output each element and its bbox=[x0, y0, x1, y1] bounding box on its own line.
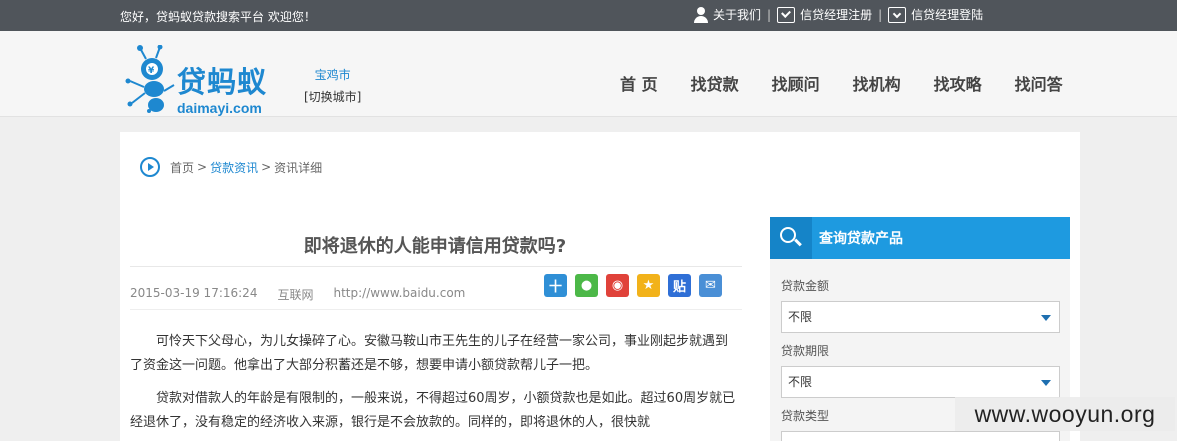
article-meta: 2015-03-19 17:16:24 互联网 http://www.baidu… bbox=[130, 286, 465, 303]
download-box-icon bbox=[888, 6, 907, 23]
city-selector: 宝鸡市 [切换城市] bbox=[304, 66, 361, 105]
breadcrumb-separator: > bbox=[261, 160, 272, 174]
nav-find-qa[interactable]: 找问答 bbox=[1015, 71, 1063, 95]
manager-login-link[interactable]: 信贷经理登陆 bbox=[888, 6, 983, 23]
nav-find-guides[interactable]: 找攻略 bbox=[934, 71, 982, 95]
loan-type-select[interactable] bbox=[781, 431, 1060, 441]
loan-term-label: 贷款期限 bbox=[781, 344, 830, 358]
about-us-link[interactable]: 关于我们 bbox=[694, 6, 761, 23]
loan-amount-value: 不限 bbox=[788, 310, 813, 324]
separator: | bbox=[767, 7, 772, 22]
nav-find-institutions[interactable]: 找机构 bbox=[853, 71, 901, 95]
loan-amount-select[interactable]: 不限 bbox=[781, 301, 1060, 333]
tieba-icon[interactable]: 贴 bbox=[668, 274, 691, 297]
manager-login-label: 信贷经理登陆 bbox=[911, 8, 984, 22]
breadcrumb: 首页 > 贷款资讯 > 资讯详细 bbox=[140, 157, 322, 177]
logo-chinese-text: 贷蚂蚁 bbox=[177, 65, 268, 99]
top-bar: 您好，贷蚂蚁贷款搜索平台 欢迎您！ 关于我们 | 信贷经理注册 | 信贷经理登陆 bbox=[0, 0, 1177, 31]
separator: | bbox=[878, 7, 883, 22]
current-city: 宝鸡市 bbox=[314, 68, 351, 82]
main-content: 首页 > 贷款资讯 > 资讯详细 即将退休的人能申请信用贷款吗? 2015-03… bbox=[120, 132, 1080, 441]
breadcrumb-current: 资讯详细 bbox=[274, 160, 323, 175]
loan-amount-label: 贷款金额 bbox=[781, 279, 830, 293]
breadcrumb-home[interactable]: 首页 bbox=[170, 159, 194, 176]
manager-register-link[interactable]: 信贷经理注册 bbox=[777, 6, 872, 23]
article-source: 互联网 bbox=[277, 288, 314, 302]
breadcrumb-section[interactable]: 贷款资讯 bbox=[210, 159, 258, 176]
article-paragraph: 可怜天下父母心，为儿女操碎了心。安徽马鞍山市王先生的儿子在经营一家公司，事业刚起… bbox=[130, 334, 729, 373]
nav-home[interactable]: 首 页 bbox=[620, 71, 658, 95]
weibo-icon[interactable]: ◉ bbox=[606, 274, 629, 297]
ant-logo-icon: ¥ bbox=[125, 45, 175, 113]
play-circle-icon bbox=[140, 157, 160, 177]
divider bbox=[130, 266, 742, 267]
share-buttons: 十 ● ◉ ★ 贴 ✉ bbox=[544, 274, 722, 297]
nav-find-advisors[interactable]: 找顾问 bbox=[772, 71, 820, 95]
loan-term-select[interactable]: 不限 bbox=[781, 366, 1060, 398]
loan-term-value: 不限 bbox=[788, 375, 813, 389]
switch-city-link[interactable]: [切换城市] bbox=[304, 88, 361, 105]
dropdown-arrow-icon bbox=[1041, 315, 1051, 321]
article-url[interactable]: http://www.baidu.com bbox=[333, 286, 465, 303]
manager-register-label: 信贷经理注册 bbox=[800, 8, 873, 22]
article-paragraph: 贷款对借款人的年龄是有限制的，一般来说，不得超过60周岁，小额贷款也是如此。超过… bbox=[130, 391, 736, 430]
site-logo[interactable]: ¥ 贷蚂蚁 daimayi.com bbox=[122, 45, 292, 117]
article-date: 2015-03-19 17:16:24 bbox=[130, 286, 258, 300]
dropdown-arrow-icon bbox=[1041, 380, 1051, 386]
breadcrumb-separator: > bbox=[197, 160, 208, 174]
search-icon[interactable] bbox=[770, 217, 812, 259]
main-nav: 首 页 找贷款 找顾问 找机构 找攻略 找问答 bbox=[620, 71, 1063, 95]
checkbox-icon bbox=[777, 6, 796, 23]
wechat-icon[interactable]: ● bbox=[575, 274, 598, 297]
nav-find-loans[interactable]: 找贷款 bbox=[691, 71, 739, 95]
plus-share-icon[interactable]: 十 bbox=[544, 274, 567, 297]
email-icon[interactable]: ✉ bbox=[699, 274, 722, 297]
user-icon bbox=[694, 6, 708, 23]
panel-header: 查询贷款产品 bbox=[770, 217, 1070, 259]
svg-text:¥: ¥ bbox=[148, 66, 155, 76]
top-links: 关于我们 | 信贷经理注册 | 信贷经理登陆 bbox=[694, 6, 983, 23]
greeting-text: 您好，贷蚂蚁贷款搜索平台 欢迎您！ bbox=[120, 10, 316, 24]
watermark: www.wooyun.org bbox=[955, 397, 1175, 431]
qzone-star-icon[interactable]: ★ bbox=[637, 274, 660, 297]
logo-english-text: daimayi.com bbox=[177, 100, 262, 116]
loan-type-label: 贷款类型 bbox=[781, 409, 830, 423]
about-us-label: 关于我们 bbox=[713, 8, 762, 22]
panel-title: 查询贷款产品 bbox=[819, 231, 903, 247]
divider bbox=[130, 309, 742, 310]
article-title: 即将退休的人能申请信用贷款吗? bbox=[303, 236, 567, 257]
site-header: ¥ 贷蚂蚁 daimayi.com 宝鸡市 [切换城市] 首 页 找贷款 找顾问… bbox=[0, 31, 1177, 117]
